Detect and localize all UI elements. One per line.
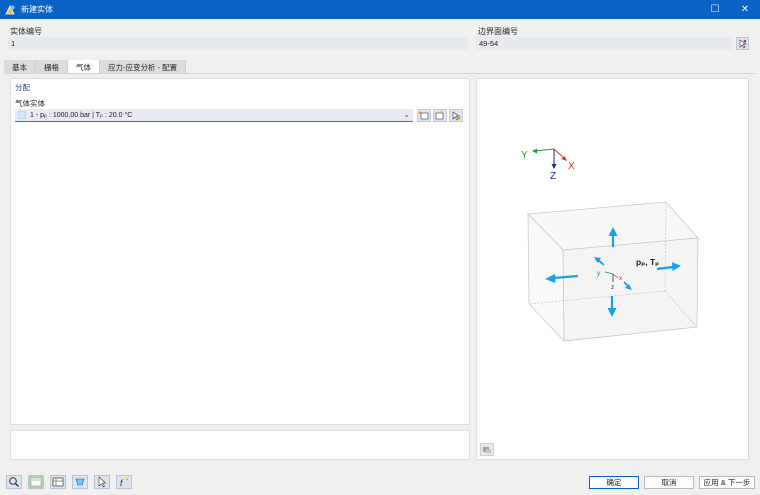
chevron-down-icon: ⌄ xyxy=(403,110,410,119)
function-icon: f xyxy=(120,477,129,488)
ok-button[interactable]: 确定 xyxy=(589,476,639,489)
solid-box xyxy=(527,201,699,343)
tab-bar: 基本 栅格 气体 应力-应变分析 - 配置 xyxy=(4,60,187,74)
gas-solid-value: 1 - pₚ : 1000.00 bar | Tₚ : 20.0 °C xyxy=(30,112,133,119)
comment-area[interactable] xyxy=(10,430,470,460)
function-button[interactable]: f xyxy=(116,475,132,489)
section-title: 分配 xyxy=(15,83,30,92)
boundary-surfaces-input[interactable]: 49-54 xyxy=(476,37,732,50)
axis-y-label: Y xyxy=(521,150,528,161)
table-button[interactable] xyxy=(50,475,66,489)
model-icon xyxy=(75,478,85,486)
window-title: 新建实体 xyxy=(21,5,53,14)
tab-gas[interactable]: 气体 xyxy=(68,60,100,74)
view-settings-icon xyxy=(483,447,491,453)
select-button[interactable] xyxy=(94,475,110,489)
apply-next-button[interactable]: 应用 & 下一步 xyxy=(699,476,755,489)
search-button[interactable] xyxy=(6,475,22,489)
units-icon xyxy=(29,476,43,488)
tab-divider xyxy=(4,73,756,74)
color-swatch xyxy=(18,111,26,119)
boundary-surfaces-label: 边界面编号 xyxy=(478,27,518,36)
maximize-button[interactable]: ☐ xyxy=(700,0,730,19)
local-axis-z-label: z xyxy=(611,284,614,291)
edit-item-icon xyxy=(435,110,445,120)
pick-gas-button[interactable] xyxy=(449,109,463,122)
tab-mesh[interactable]: 栅格 xyxy=(36,60,68,74)
pick-surfaces-button[interactable] xyxy=(736,37,749,50)
edit-gas-button[interactable] xyxy=(433,109,447,122)
svg-text:f: f xyxy=(120,478,124,488)
cancel-button[interactable]: 取消 xyxy=(644,476,694,489)
app-icon xyxy=(5,4,15,14)
pick-cursor-icon xyxy=(739,39,747,49)
model-button[interactable] xyxy=(72,475,88,489)
tab-basic[interactable]: 基本 xyxy=(4,60,36,74)
preview-panel: Y X Z y x z pₚ, Tₚ xyxy=(476,78,749,460)
cursor-icon xyxy=(98,476,107,488)
assignment-panel: 分配 气体实体 1 - pₚ : 1000.00 bar | Tₚ : 20.0… xyxy=(10,78,470,425)
gas-solid-dropdown[interactable]: 1 - pₚ : 1000.00 bar | Tₚ : 20.0 °C ⌄ xyxy=(15,109,413,122)
new-gas-button[interactable] xyxy=(417,109,431,122)
solid-no-input[interactable]: 1 xyxy=(8,37,468,50)
preview-canvas: Y X Z y x z pₚ, Tₚ xyxy=(521,148,699,343)
new-item-icon xyxy=(418,111,429,120)
pick-item-icon xyxy=(452,111,461,121)
gas-solid-label: 气体实体 xyxy=(15,99,45,108)
solid-no-label: 实体编号 xyxy=(10,27,42,36)
tab-stress-strain-config[interactable]: 应力-应变分析 - 配置 xyxy=(100,60,187,74)
search-icon xyxy=(9,477,19,487)
load-label: pₚ, Tₚ xyxy=(636,257,659,267)
view-settings-button[interactable] xyxy=(480,443,494,456)
title-bar: 新建实体 ☐ ✕ xyxy=(0,0,760,19)
units-button[interactable] xyxy=(28,475,44,489)
axis-x-label: X xyxy=(568,161,575,172)
close-button[interactable]: ✕ xyxy=(730,0,760,19)
global-axes: Y X Z xyxy=(521,148,575,182)
table-icon xyxy=(52,477,64,487)
axis-z-label: Z xyxy=(550,171,556,182)
